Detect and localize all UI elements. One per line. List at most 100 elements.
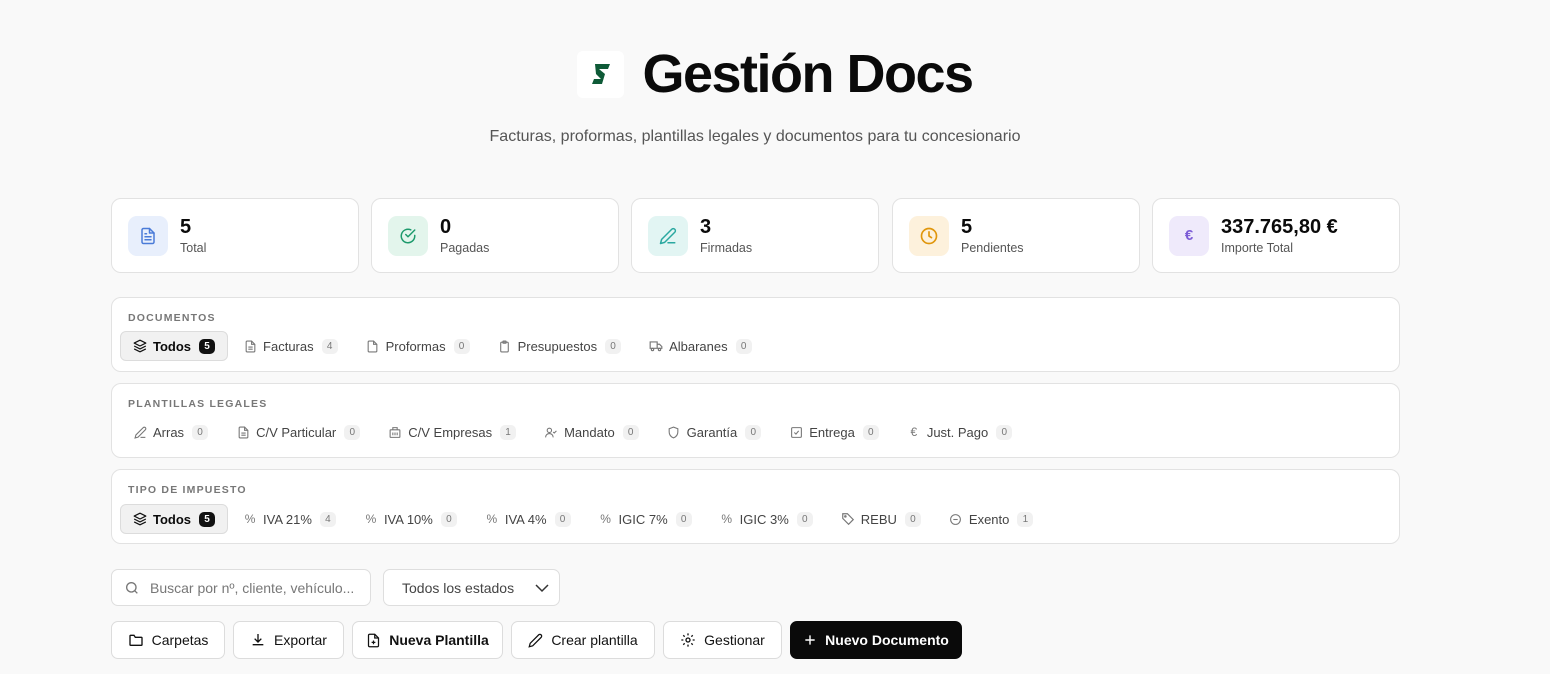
count-badge: 0 <box>344 424 361 440</box>
chip-label: Todos <box>153 338 192 354</box>
stat-value: 337.765,80 € <box>1221 216 1338 238</box>
stat-value: 5 <box>180 216 192 238</box>
button-label: Gestionar <box>704 632 765 648</box>
filter-impuesto-rebu[interactable]: REBU 0 <box>828 504 934 534</box>
plus-icon <box>803 633 817 647</box>
filter-plantilla-entrega[interactable]: Entrega 0 <box>776 417 892 447</box>
percent-icon: % <box>600 512 611 526</box>
count-badge: 0 <box>745 424 762 440</box>
percent-icon: % <box>486 512 498 526</box>
count-badge: 0 <box>996 424 1013 440</box>
search-box <box>111 569 371 606</box>
button-label: Nueva Plantilla <box>389 632 489 648</box>
search-icon <box>124 580 140 596</box>
count-badge: 4 <box>319 511 336 527</box>
filter-impuesto-todos[interactable]: Todos 5 <box>120 504 229 534</box>
filter-plantilla-arras[interactable]: Arras 0 <box>120 417 221 447</box>
button-label: Nuevo Documento <box>825 632 949 648</box>
filter-impuesto-iva10[interactable]: % IVA 10% 0 <box>351 504 470 534</box>
count-badge: 4 <box>321 338 338 354</box>
chip-label: Entrega <box>809 424 855 440</box>
stat-card-pendientes: 5 Pendientes <box>892 198 1140 273</box>
page-header: Gestión Docs <box>0 44 1550 104</box>
search-input[interactable] <box>150 579 360 596</box>
filter-doc-presupuestos[interactable]: Presupuestos 0 <box>485 331 635 361</box>
app-logo <box>577 50 625 98</box>
button-label: Exportar <box>274 632 327 648</box>
count-badge: 0 <box>796 511 813 527</box>
stat-label: Firmadas <box>700 241 753 255</box>
stat-label: Pagadas <box>440 241 490 255</box>
exportar-button[interactable]: Exportar <box>233 621 344 659</box>
pen-icon <box>528 633 543 648</box>
file-text-icon <box>243 339 257 353</box>
filter-impuesto-iva21[interactable]: % IVA 21% 4 <box>230 504 349 534</box>
clock-icon <box>909 215 949 256</box>
chip-label: C/V Empresas <box>408 424 493 440</box>
nueva-plantilla-button[interactable]: Nueva Plantilla <box>352 621 503 659</box>
user-check-icon <box>544 425 558 439</box>
documentos-filter-panel: DOCUMENTOS Todos 5 Facturas 4 Proformas … <box>111 297 1400 372</box>
chip-label: IVA 21% <box>263 511 312 527</box>
nuevo-documento-button[interactable]: Nuevo Documento <box>790 621 962 659</box>
count-badge: 1 <box>500 424 517 440</box>
chip-label: C/V Particular <box>256 424 337 440</box>
euro-icon: € <box>910 425 918 439</box>
count-badge: 0 <box>904 511 921 527</box>
filter-impuesto-igic3[interactable]: % IGIC 3% 0 <box>707 504 826 534</box>
filter-plantilla-cv-empresas[interactable]: C/V Empresas 1 <box>375 417 529 447</box>
stat-label: Importe Total <box>1221 241 1294 255</box>
status-select[interactable]: Todos los estados <box>383 569 560 606</box>
stat-card-total: 5 Total <box>111 198 359 273</box>
carpetas-button[interactable]: Carpetas <box>111 621 225 659</box>
file-plus-icon <box>366 633 381 648</box>
chip-label: Albaranes <box>669 338 728 354</box>
chip-label: IVA 10% <box>383 511 433 527</box>
filter-doc-proformas[interactable]: Proformas 0 <box>353 331 483 361</box>
filter-impuesto-igic7[interactable]: % IGIC 7% 0 <box>586 504 705 534</box>
count-badge: 0 <box>675 511 692 527</box>
euro-icon: € <box>1169 215 1209 256</box>
chip-label: Proformas <box>385 338 446 354</box>
shield-icon <box>667 425 681 439</box>
count-badge: 5 <box>199 511 216 527</box>
percent-icon: % <box>365 512 377 526</box>
filter-plantilla-cv-particular[interactable]: C/V Particular 0 <box>223 417 373 447</box>
crear-plantilla-button[interactable]: Crear plantilla <box>511 621 655 659</box>
chip-label: Just. Pago <box>926 424 989 440</box>
filter-doc-albaranes[interactable]: Albaranes 0 <box>636 331 765 361</box>
button-label: Crear plantilla <box>551 632 638 648</box>
stat-label: Pendientes <box>961 241 1024 255</box>
count-badge: 0 <box>605 338 622 354</box>
stat-card-importe: € 337.765,80 € Importe Total <box>1152 198 1400 273</box>
filter-doc-todos[interactable]: Todos 5 <box>120 331 229 361</box>
layers-icon <box>133 339 147 353</box>
tag-icon <box>841 512 855 526</box>
filter-plantilla-just-pago[interactable]: € Just. Pago 0 <box>894 417 1025 447</box>
stat-value: 0 <box>440 216 452 238</box>
filter-plantilla-mandato[interactable]: Mandato 0 <box>531 417 652 447</box>
minus-circle-icon <box>949 512 963 526</box>
panel-title: PLANTILLAS LEGALES <box>128 398 268 410</box>
page-title: Gestión Docs <box>642 44 974 104</box>
layers-icon <box>133 512 147 526</box>
filter-impuesto-exento[interactable]: Exento 1 <box>936 504 1046 534</box>
stat-card-pagadas: 0 Pagadas <box>371 198 619 273</box>
page-subtitle: Facturas, proformas, plantillas legales … <box>489 128 1021 145</box>
chip-label: IGIC 7% <box>618 511 668 527</box>
chip-label: Mandato <box>564 424 615 440</box>
file-icon <box>366 339 380 353</box>
clipboard-icon <box>498 339 512 353</box>
filter-plantilla-garantia[interactable]: Garantía 0 <box>654 417 775 447</box>
gestionar-button[interactable]: Gestionar <box>663 621 782 659</box>
filter-impuesto-iva4[interactable]: % IVA 4% 0 <box>472 504 584 534</box>
file-text-icon <box>236 425 250 439</box>
status-select-value: Todos los estados <box>402 579 515 596</box>
truck-icon <box>649 339 663 353</box>
filter-doc-facturas[interactable]: Facturas 4 <box>230 331 351 361</box>
count-badge: 0 <box>554 511 571 527</box>
chip-label: Exento <box>968 511 1010 527</box>
chip-label: Arras <box>153 424 185 440</box>
stat-value: 3 <box>700 216 712 238</box>
button-label: Carpetas <box>151 632 209 648</box>
